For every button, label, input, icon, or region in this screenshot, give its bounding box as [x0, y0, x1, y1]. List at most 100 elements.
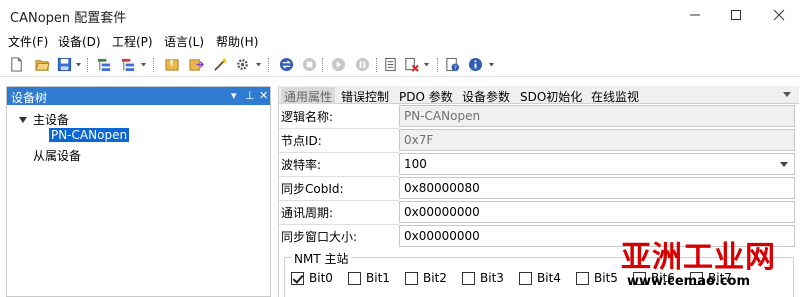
bit0-checkbox[interactable]: Bit0	[291, 270, 333, 286]
tab-device-params[interactable]: 设备参数	[459, 87, 513, 104]
menu-project[interactable]: 工程(P)	[112, 33, 153, 50]
delete-report-button[interactable]	[403, 56, 420, 73]
import-button[interactable]	[164, 56, 181, 73]
help-document-icon: ?	[446, 57, 460, 72]
checkbox-icon	[405, 271, 418, 285]
maximize-icon	[731, 10, 741, 20]
title-bar: CANopen 配置套件	[0, 0, 800, 30]
minimize-button[interactable]	[684, 4, 706, 26]
property-label: 节点ID:	[281, 134, 322, 148]
about-dropdown-icon[interactable]	[489, 63, 494, 66]
new-file-button[interactable]	[8, 56, 25, 73]
close-icon	[773, 9, 785, 21]
export-icon	[189, 59, 204, 71]
info-icon	[468, 57, 483, 72]
connect-icon	[279, 57, 294, 72]
nmt-group-title: NMT 主站	[291, 250, 352, 267]
comm-cycle-field[interactable]: 0x00000000	[399, 201, 795, 223]
report-dropdown-icon[interactable]	[424, 63, 429, 66]
save-button[interactable]	[56, 56, 73, 73]
checkbox-icon	[576, 271, 589, 285]
bit2-checkbox[interactable]: Bit2	[405, 270, 447, 286]
property-row: 同步CobId: 0x80000080	[279, 176, 799, 200]
logical-name-field[interactable]: PN-CANopen	[399, 105, 795, 127]
wizard-button[interactable]	[212, 56, 229, 73]
menu-language[interactable]: 语言(L)	[164, 33, 204, 50]
svg-text:?: ?	[454, 66, 457, 72]
baud-rate-value: 100	[404, 157, 427, 171]
tab-error-control[interactable]: 错误控制	[338, 87, 392, 104]
tab-general[interactable]: 通用属性	[281, 87, 336, 104]
pause-button[interactable]	[354, 56, 371, 73]
panel-close-icon[interactable]: ✕	[259, 89, 268, 102]
checkbox-icon	[348, 271, 361, 285]
new-file-icon	[11, 57, 22, 72]
delete-report-icon	[405, 57, 419, 72]
tab-strip: 通用属性 错误控制 PDO 参数 设备参数 SDO初始化 在线监视	[279, 86, 799, 104]
node-id-field[interactable]: 0x7F	[399, 129, 795, 151]
tab-online-monitor[interactable]: 在线监视	[588, 87, 642, 104]
tab-pdo[interactable]: PDO 参数	[396, 87, 456, 104]
tree-node-master[interactable]: 主设备	[33, 111, 69, 128]
stop-icon	[302, 57, 317, 72]
play-icon	[331, 57, 346, 72]
toolbar-separator	[87, 58, 88, 72]
toolbar-separator	[437, 58, 438, 72]
panel-menu-icon[interactable]: ▾	[231, 89, 237, 102]
checkbox-icon	[462, 271, 475, 285]
remove-device-button[interactable]	[120, 56, 137, 73]
settings-button[interactable]	[234, 56, 251, 73]
export-button[interactable]	[188, 56, 205, 73]
watermark-logo: 亚洲工业网	[621, 240, 776, 275]
close-button[interactable]	[768, 4, 790, 26]
baud-rate-select[interactable]: 100	[399, 153, 795, 175]
property-row: 节点ID: 0x7F	[279, 128, 799, 152]
bit5-checkbox[interactable]: Bit5	[576, 270, 618, 286]
checkbox-checked-icon	[291, 271, 304, 285]
device-dropdown-icon[interactable]	[141, 63, 146, 66]
toolbar-separator	[376, 58, 377, 72]
tree-node-pn-canopen[interactable]: PN-CANopen	[49, 128, 130, 142]
sync-cobid-field[interactable]: 0x80000080	[399, 177, 795, 199]
property-row: 通讯周期: 0x00000000	[279, 200, 799, 224]
bit1-checkbox[interactable]: Bit1	[348, 270, 390, 286]
add-device-icon	[97, 58, 111, 72]
report-button[interactable]	[382, 56, 399, 73]
settings-dropdown-icon[interactable]	[256, 63, 261, 66]
add-device-button[interactable]	[96, 56, 113, 73]
property-label: 逻辑名称:	[281, 110, 334, 124]
folder-open-icon	[35, 60, 50, 71]
tree-node-slave[interactable]: 从属设备	[33, 147, 81, 164]
expand-arrow-icon[interactable]	[19, 117, 27, 123]
checkbox-label: Bit2	[423, 271, 447, 285]
save-dropdown-icon[interactable]	[76, 63, 81, 66]
pause-icon	[355, 57, 370, 72]
menu-device[interactable]: 设备(D)	[58, 33, 101, 50]
menu-help[interactable]: 帮助(H)	[216, 33, 258, 50]
bit4-checkbox[interactable]: Bit4	[519, 270, 561, 286]
property-label: 同步窗口大小:	[281, 230, 358, 244]
run-button[interactable]	[330, 56, 347, 73]
magic-wand-icon	[214, 57, 228, 71]
menu-file[interactable]: 文件(F)	[8, 33, 48, 50]
help-doc-button[interactable]: ?	[444, 56, 461, 73]
checkbox-label: Bit3	[480, 271, 504, 285]
property-label: 波特率:	[281, 158, 322, 172]
connect-button[interactable]	[278, 56, 295, 73]
about-button[interactable]	[467, 56, 484, 73]
tab-sdo-init[interactable]: SDO初始化	[517, 87, 585, 104]
tab-menu-icon[interactable]	[783, 92, 791, 97]
pin-icon[interactable]: ⊥	[245, 89, 255, 102]
gear-icon	[237, 59, 248, 70]
checkbox-icon	[519, 271, 532, 285]
bit3-checkbox[interactable]: Bit3	[462, 270, 504, 286]
toolbar-separator	[268, 58, 269, 72]
toolbar-separator	[153, 58, 154, 72]
stop-button[interactable]	[301, 56, 318, 73]
chevron-down-icon[interactable]	[780, 162, 788, 167]
property-row: 逻辑名称: PN-CANopen	[279, 104, 799, 128]
property-label: 通讯周期:	[281, 206, 334, 220]
maximize-button[interactable]	[725, 4, 747, 26]
open-button[interactable]	[34, 56, 51, 73]
checkbox-label: Bit4	[537, 271, 561, 285]
